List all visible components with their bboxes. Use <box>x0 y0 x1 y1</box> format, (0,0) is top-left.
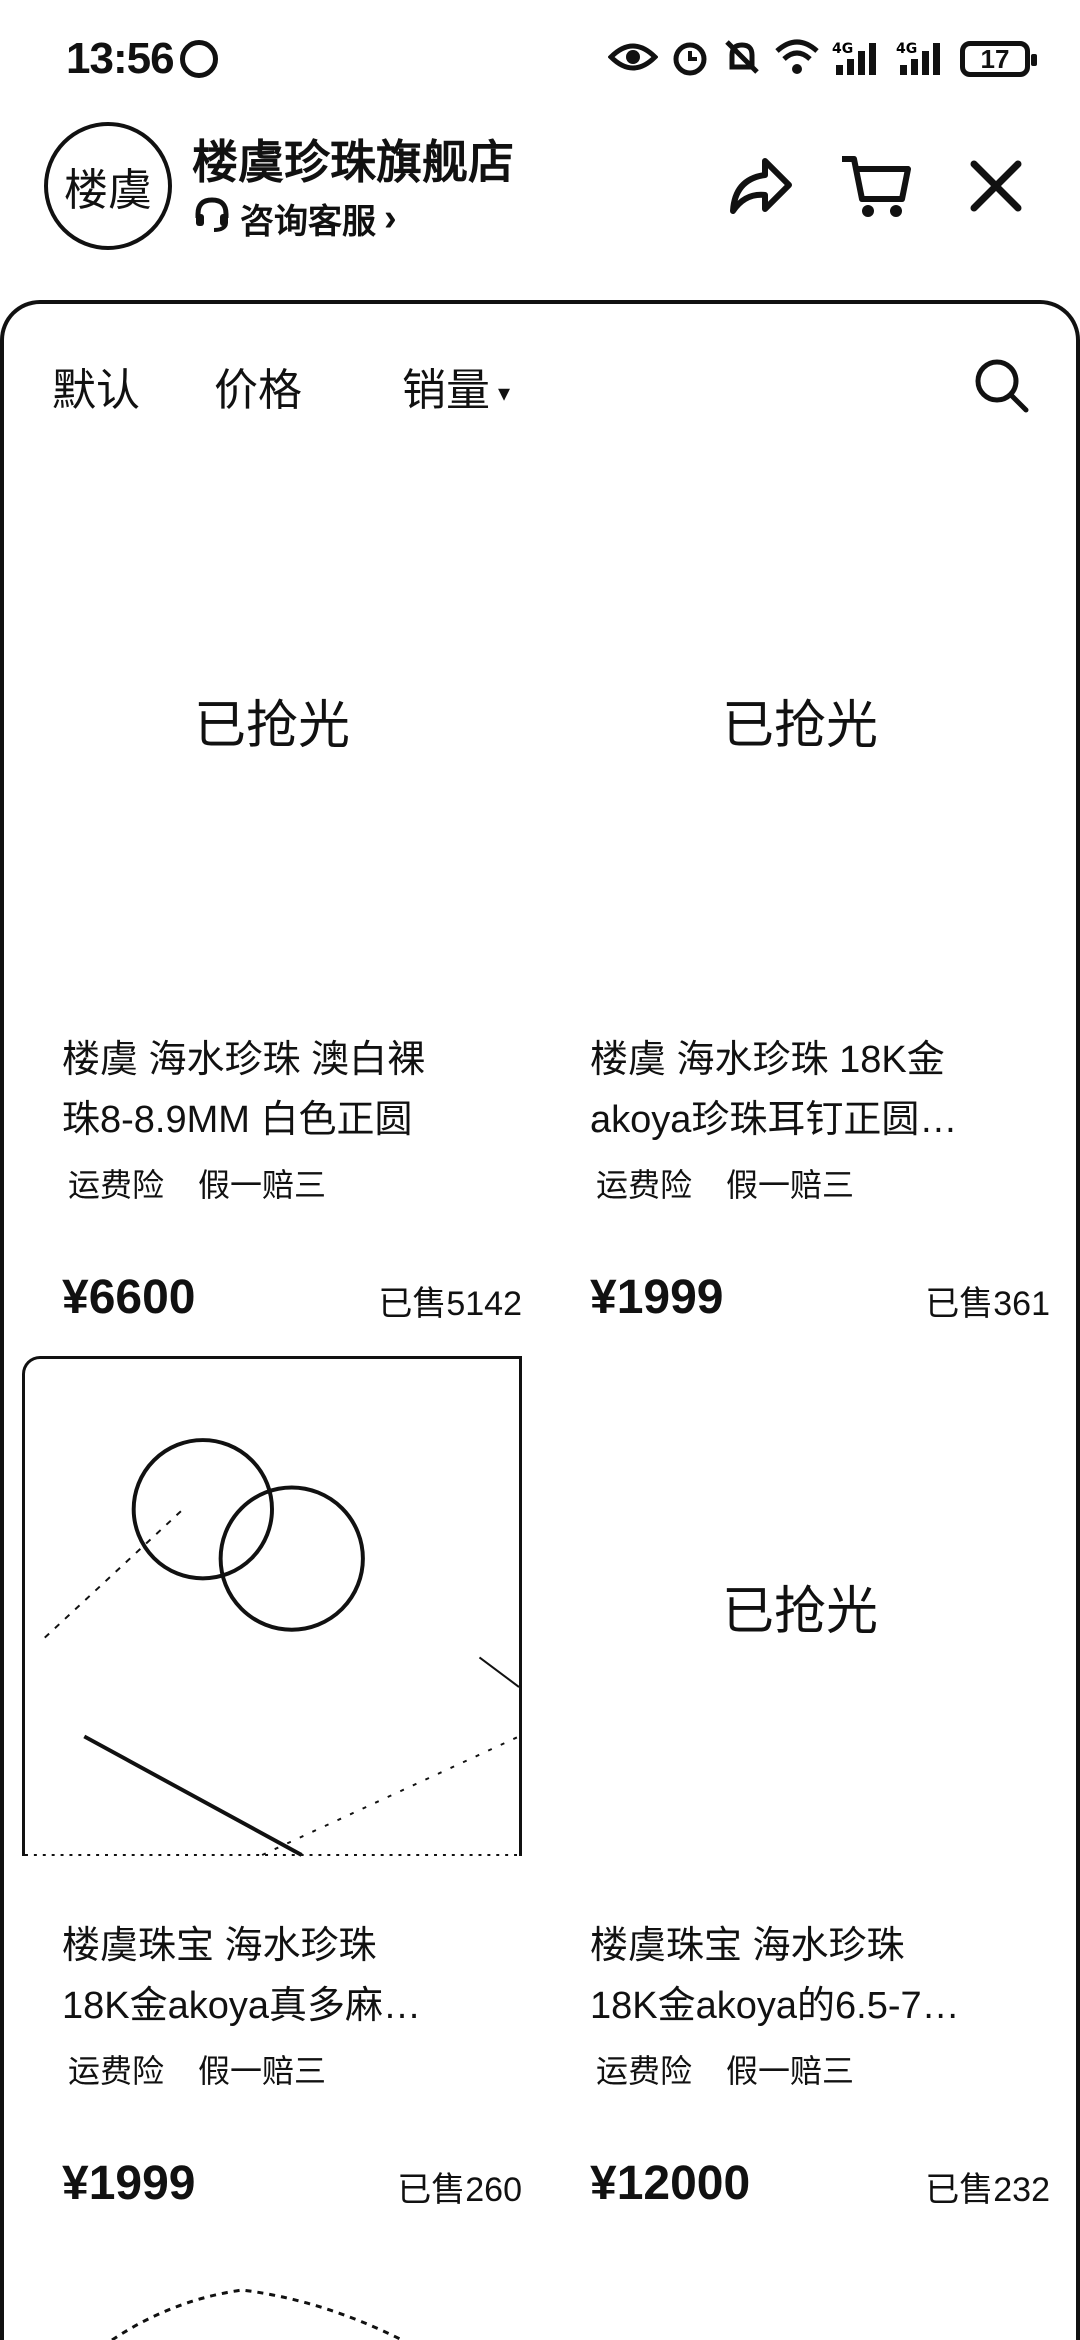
close-button[interactable] <box>956 146 1036 226</box>
product-sold-count: 已售5142 <box>378 1285 522 1323</box>
product-image[interactable]: 已抢光 <box>550 470 1050 970</box>
product-title[interactable]: 楼虞珠宝 海水珍珠 18K金akoya真多麻… <box>62 1916 522 2036</box>
sold-out-label: 已抢光 <box>721 1582 878 1641</box>
tag-fake-pay-three: 假一赔三 <box>198 1167 327 1203</box>
product-price: ¥6600 <box>62 1271 196 1324</box>
sort-price-tab[interactable]: 价格 <box>214 354 302 418</box>
battery-icon: 17 <box>960 41 1037 77</box>
caret-down-icon: ▾ <box>498 379 511 407</box>
customer-service-link[interactable]: 咨询客服 › <box>192 194 397 243</box>
product-image[interactable]: 已抢光 <box>550 1356 1050 1856</box>
product-title[interactable]: 楼虞 海水珍珠 澳白裸 珠8-8.9MM 白色正圆 <box>62 1030 522 1150</box>
store-logo[interactable]: 楼虞 <box>44 122 172 250</box>
search-icon <box>975 359 1029 413</box>
product-title-line: 珠8-8.9MM 白色正圆 <box>62 1099 413 1141</box>
tag-shipping-insurance: 运费险 <box>68 2053 165 2089</box>
sort-bar: 默认 价格 销量 ▾ <box>4 354 1080 444</box>
alarm-icon <box>670 37 710 82</box>
store-header: 楼虞 楼虞珍珠旗舰店 咨询客服 › <box>0 110 1080 300</box>
headset-icon <box>192 194 232 243</box>
status-icons: 4G 4G 17 <box>607 34 1037 84</box>
product-card[interactable]: 楼虞珠宝 海水珍珠 18K金akoya真多麻… 运费险 假一赔三 ¥1999 已… <box>22 1356 522 2226</box>
tag-shipping-insurance: 运费险 <box>596 1167 693 1203</box>
product-card[interactable]: 已抢光 楼虞 海水珍珠 18K金 akoya珍珠耳钉正圆… 运费险 假一赔三 ¥… <box>550 470 1050 1340</box>
product-image[interactable] <box>22 2280 522 2340</box>
product-image[interactable]: 已抢光 <box>22 470 522 970</box>
product-sold-count: 已售361 <box>925 1285 1050 1323</box>
share-button[interactable] <box>720 146 800 226</box>
chevron-right-icon: › <box>384 197 397 239</box>
product-title-line: akoya珍珠耳钉正圆… <box>590 1099 958 1141</box>
product-card[interactable]: 已抢光 楼虞珠宝 海水珍珠 18K金akoya的6.5-7… 运费险 假一赔三 … <box>550 1356 1050 2226</box>
product-tags: 运费险 假一赔三 <box>596 1160 854 1206</box>
signal-4g-icon: 4G <box>896 37 948 82</box>
tag-fake-pay-three: 假一赔三 <box>726 2053 855 2089</box>
sort-default-tab[interactable]: 默认 <box>52 354 140 418</box>
store-name[interactable]: 楼虞珍珠旗舰店 <box>192 126 514 192</box>
close-icon <box>970 160 1022 212</box>
product-tags: 运费险 假一赔三 <box>68 2046 326 2092</box>
product-title-line: 楼虞 海水珍珠 18K金 <box>590 1039 945 1081</box>
product-card[interactable]: 已抢光 楼虞 海水珍珠 澳白裸 珠8-8.9MM 白色正圆 运费险 假一赔三 ¥… <box>22 470 522 1340</box>
product-price: ¥1999 <box>590 1271 724 1324</box>
product-tags: 运费险 假一赔三 <box>68 1160 326 1206</box>
product-title-line: 楼虞珠宝 海水珍珠 <box>62 1925 377 1967</box>
search-button[interactable] <box>972 356 1032 416</box>
product-tags: 运费险 假一赔三 <box>596 2046 854 2092</box>
product-title[interactable]: 楼虞珠宝 海水珍珠 18K金akoya的6.5-7… <box>590 1916 1050 2036</box>
wifi-icon <box>774 37 820 82</box>
product-sold-count: 已售232 <box>925 2171 1050 2209</box>
signal-4g-icon: 4G <box>832 37 884 82</box>
share-icon <box>730 158 792 214</box>
tag-shipping-insurance: 运费险 <box>68 1167 165 1203</box>
mute-bell-icon <box>722 37 762 82</box>
sort-sales-label: 销量 <box>402 366 490 415</box>
product-image-partial <box>111 2288 403 2340</box>
product-price: ¥1999 <box>62 2157 196 2210</box>
cart-icon <box>842 156 911 217</box>
status-time: 13:56 <box>66 34 175 83</box>
eye-icon <box>607 39 659 80</box>
pearl-earrings-image <box>25 1437 519 1857</box>
product-sold-count: 已售260 <box>397 2171 522 2209</box>
product-title-line: 楼虞 海水珍珠 澳白裸 <box>62 1039 426 1081</box>
tag-shipping-insurance: 运费险 <box>596 2053 693 2089</box>
sold-out-label: 已抢光 <box>193 696 350 755</box>
product-title-line: 18K金akoya真多麻… <box>62 1985 422 2027</box>
tag-fake-pay-three: 假一赔三 <box>198 2053 327 2089</box>
product-title-line: 楼虞珠宝 海水珍珠 <box>590 1925 905 1967</box>
sort-sales-tab[interactable]: 销量 ▾ <box>402 354 510 418</box>
product-price: ¥12000 <box>590 2157 751 2210</box>
svg-text:4G: 4G <box>896 41 917 57</box>
status-bar: 13:56 4G 4G 17 <box>0 0 1080 120</box>
tag-fake-pay-three: 假一赔三 <box>726 1167 855 1203</box>
customer-service-label: 咨询客服 <box>240 203 376 241</box>
product-title-line: 18K金akoya的6.5-7… <box>590 1985 960 2027</box>
product-image[interactable] <box>22 1356 522 1857</box>
product-title[interactable]: 楼虞 海水珍珠 18K金 akoya珍珠耳钉正圆… <box>590 1030 1050 1150</box>
sold-out-label: 已抢光 <box>721 696 878 755</box>
cart-button[interactable] <box>836 146 916 226</box>
notification-dot-icon <box>180 40 218 78</box>
svg-text:4G: 4G <box>832 41 853 57</box>
